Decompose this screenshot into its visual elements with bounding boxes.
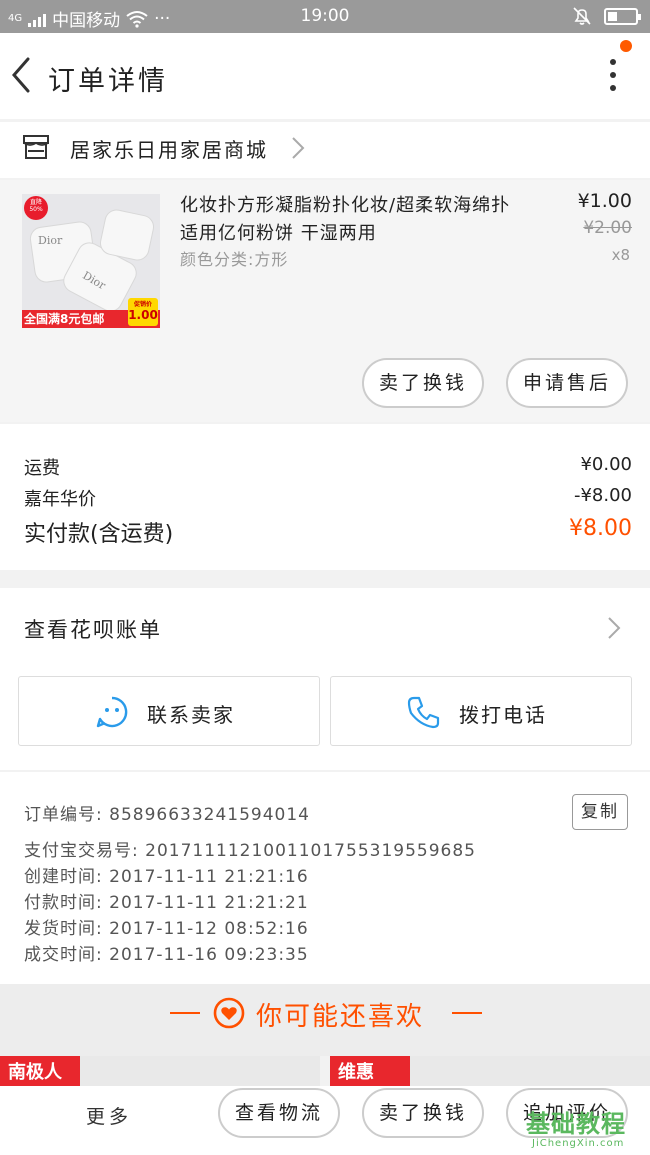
- recommend-header: 你可能还喜欢: [0, 984, 650, 1056]
- created-time: 创建时间: 2017-11-11 21:21:16: [24, 867, 309, 887]
- chevron-right-icon: [608, 617, 621, 639]
- chevron-right-icon: [292, 137, 305, 159]
- notification-dot: [620, 40, 632, 52]
- more-menu-icon[interactable]: [606, 59, 620, 95]
- huabei-section: 查看花呗账单 联系卖家 拨打电话: [0, 588, 650, 770]
- more-button[interactable]: 更多: [86, 1102, 132, 1129]
- nav-bar: 订单详情: [0, 33, 650, 119]
- battery-icon: [604, 7, 641, 25]
- product-quantity: x8: [611, 246, 630, 264]
- total-paid-value: ¥8.00: [569, 516, 632, 541]
- page-title: 订单详情: [48, 66, 168, 97]
- product-price: ¥1.00: [577, 190, 632, 212]
- mute-bell-icon: [573, 7, 591, 25]
- divider-line: [452, 1012, 482, 1014]
- completed-time: 成交时间: 2017-11-16 09:23:35: [24, 945, 309, 965]
- status-bar: 4G 中国移动 ··· 19:00: [0, 0, 650, 33]
- shop-row[interactable]: 居家乐日用家居商城: [0, 122, 650, 178]
- product-sku: 颜色分类:方形: [180, 250, 289, 269]
- carnival-price-label: 嘉年华价: [24, 489, 96, 510]
- order-info: 订单编号: 85896633241594014 支付宝交易号: 20171111…: [0, 772, 650, 984]
- watermark-english: JiChengXin.com: [532, 1138, 625, 1149]
- order-number: 订单编号: 85896633241594014: [24, 805, 311, 825]
- divider-line: [170, 1012, 200, 1014]
- shipping-fee-row: 运费 ¥0.00: [24, 454, 632, 480]
- promo-price-tag: 促销价 1.00: [128, 298, 158, 326]
- price-tag-value: 1.00: [128, 307, 158, 322]
- copy-button[interactable]: 复制: [572, 794, 628, 830]
- total-paid-label: 实付款(含运费): [24, 522, 174, 547]
- sell-for-cash-button[interactable]: 卖了换钱: [362, 1088, 484, 1138]
- status-right: [572, 6, 641, 26]
- watermark-chinese: 基础教程: [526, 1110, 626, 1138]
- shop-name: 居家乐日用家居商城: [70, 138, 268, 162]
- recommend-card-tag: 南极人: [0, 1056, 80, 1086]
- status-time: 19:00: [300, 6, 350, 26]
- recommend-card[interactable]: 维惠: [330, 1056, 650, 1086]
- store-icon: [23, 135, 49, 159]
- huabei-bill-link[interactable]: 查看花呗账单: [24, 614, 162, 644]
- paid-time: 付款时间: 2017-11-11 21:21:21: [24, 893, 309, 913]
- call-button[interactable]: 拨打电话: [330, 676, 632, 746]
- sell-for-cash-button[interactable]: 卖了换钱: [362, 358, 484, 408]
- product-brand-text: Dior: [38, 234, 63, 247]
- site-watermark: 基础教程 JiChengXin.com: [524, 1104, 646, 1154]
- order-item[interactable]: Dior Dior 直降 50% 全国满8元包邮 促销价 1.00 化妆扑方形凝…: [0, 180, 650, 422]
- contact-seller-button[interactable]: 联系卖家: [18, 676, 320, 746]
- shipped-time: 发货时间: 2017-11-12 08:52:16: [24, 919, 309, 939]
- carnival-price-row: 嘉年华价 -¥8.00: [24, 485, 632, 511]
- contact-seller-label: 联系卖家: [147, 703, 235, 727]
- shipping-fee-label: 运费: [24, 458, 60, 479]
- call-label: 拨打电话: [459, 703, 547, 727]
- shipping-fee-value: ¥0.00: [580, 454, 632, 475]
- alipay-transaction-number: 支付宝交易号: 2017111121001101755319559685: [24, 841, 476, 861]
- product-title: 化妆扑方形凝脂粉扑化妆/超柔软海绵扑适用亿何粉饼 干湿两用: [180, 195, 511, 244]
- product-image[interactable]: Dior Dior 直降 50% 全国满8元包邮 促销价 1.00: [22, 194, 160, 328]
- recommend-title: 你可能还喜欢: [256, 1002, 425, 1032]
- after-sale-button[interactable]: 申请售后: [506, 358, 628, 408]
- discount-badge: 直降 50%: [24, 196, 48, 220]
- phone-icon: [407, 696, 440, 729]
- heart-icon: [213, 997, 245, 1029]
- back-arrow-icon[interactable]: [8, 55, 36, 95]
- chat-face-icon: [96, 696, 128, 728]
- carnival-price-value: -¥8.00: [573, 485, 632, 506]
- fee-summary: 运费 ¥0.00 嘉年华价 -¥8.00 实付款(含运费) ¥8.00: [0, 424, 650, 570]
- view-logistics-button[interactable]: 查看物流: [218, 1088, 340, 1138]
- total-paid-row: 实付款(含运费) ¥8.00: [24, 516, 632, 548]
- product-original-price: ¥2.00: [583, 218, 632, 238]
- recommend-card[interactable]: 南极人: [0, 1056, 320, 1086]
- recommend-card-tag: 维惠: [330, 1056, 410, 1086]
